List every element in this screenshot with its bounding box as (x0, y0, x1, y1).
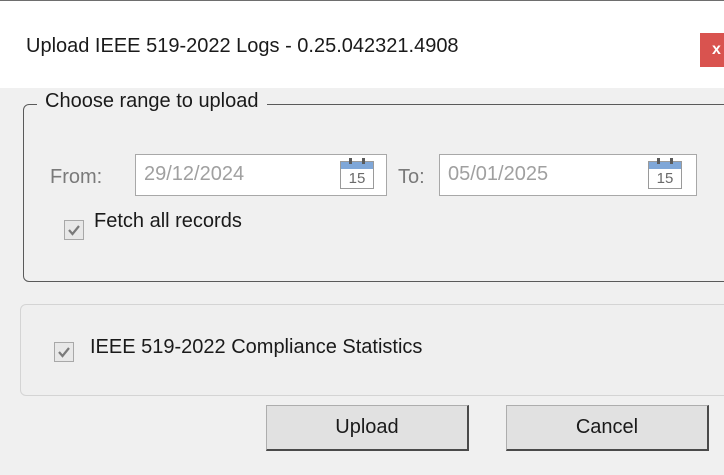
to-date-input[interactable] (448, 163, 628, 186)
checkmark-icon (68, 225, 80, 236)
compliance-statistics-checkbox[interactable] (54, 342, 74, 362)
compliance-statistics-label: IEEE 519-2022 Compliance Statistics (90, 336, 423, 358)
fetch-all-checkbox[interactable] (64, 220, 84, 240)
close-button[interactable]: x (700, 33, 724, 67)
upload-button[interactable]: Upload (266, 405, 469, 451)
from-date-picker[interactable]: 15 (135, 154, 387, 196)
window-title: Upload IEEE 519-2022 Logs - 0.25.042321.… (26, 35, 459, 57)
from-label: From: (50, 166, 103, 188)
calendar-icon[interactable]: 15 (648, 158, 682, 189)
close-icon: x (712, 41, 721, 58)
calendar-icon[interactable]: 15 (340, 158, 374, 189)
fetch-all-label: Fetch all records (94, 210, 242, 232)
title-bar: Upload IEEE 519-2022 Logs - 0.25.042321.… (0, 0, 724, 88)
range-group-legend: Choose range to upload (37, 90, 267, 113)
cancel-button[interactable]: Cancel (506, 405, 709, 451)
checkmark-icon (58, 347, 70, 358)
to-label: To: (398, 166, 425, 188)
from-date-input[interactable] (144, 163, 324, 186)
to-date-picker[interactable]: 15 (439, 154, 697, 196)
calendar-day-number: 15 (348, 170, 366, 187)
calendar-day-number: 15 (656, 170, 674, 187)
